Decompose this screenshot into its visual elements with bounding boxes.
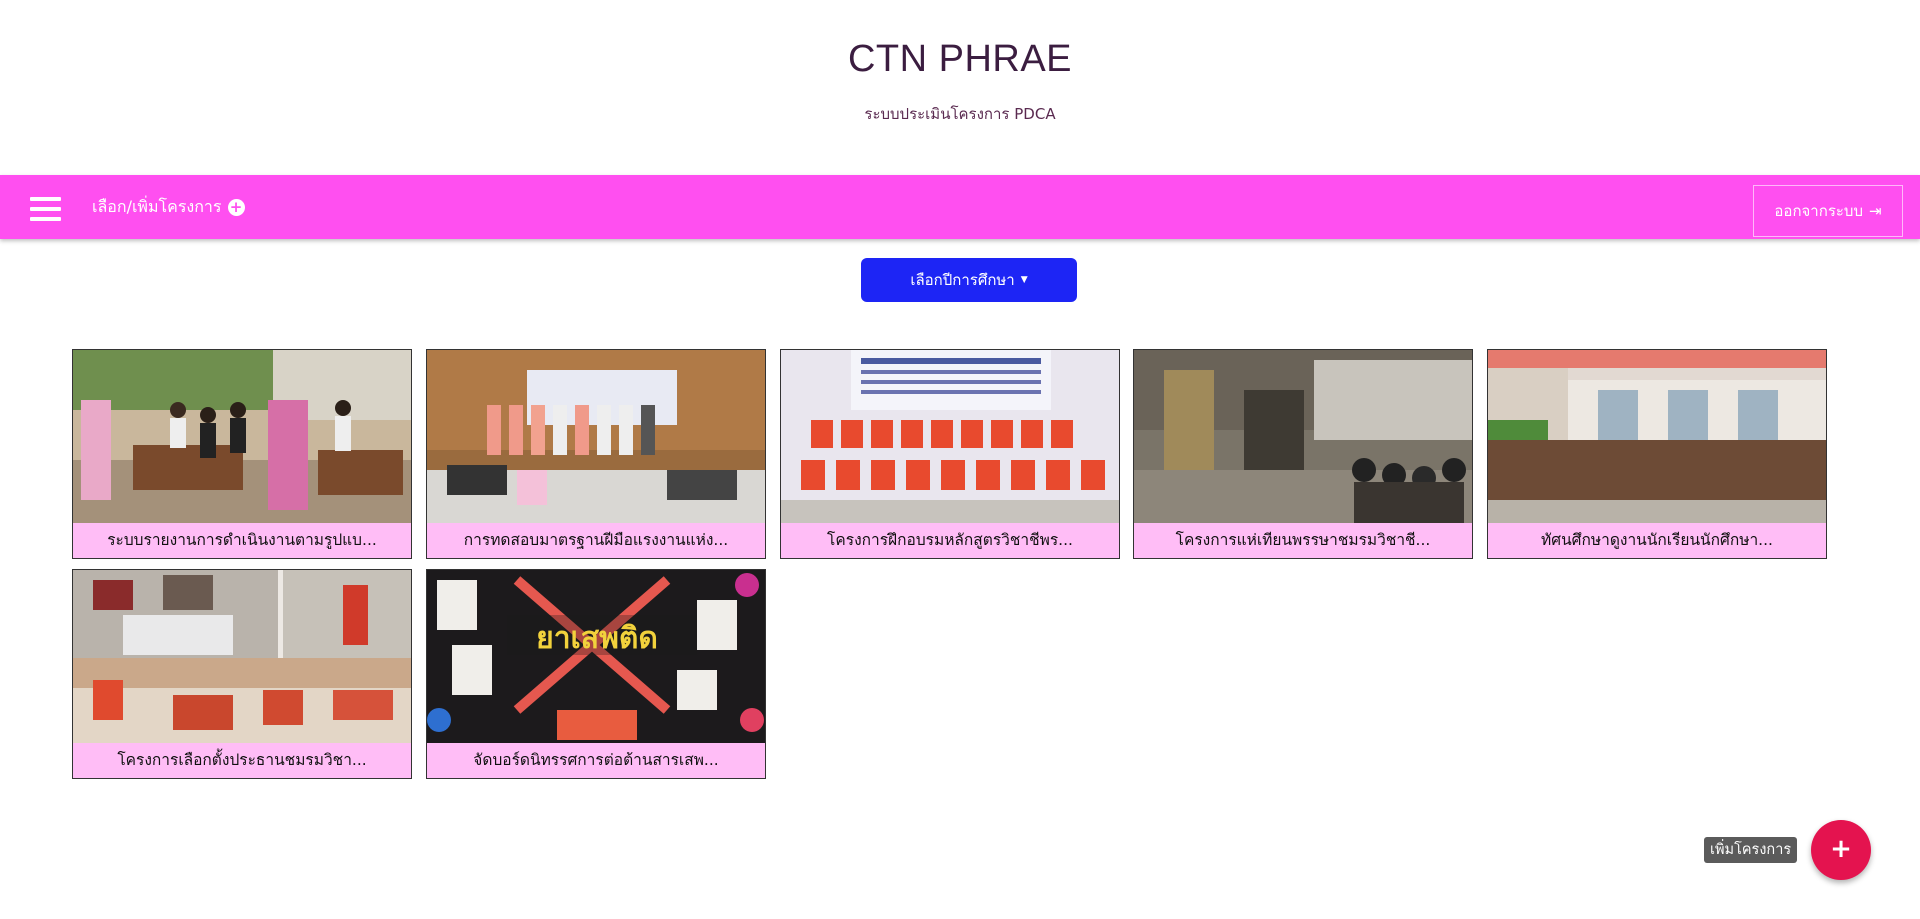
add-project-tooltip: เพิ่มโครงการ [1704, 837, 1798, 863]
project-card[interactable]: โครงการฝึกอบรมหลักสูตรวิชาชีพร... [780, 349, 1120, 559]
project-photo [73, 570, 411, 743]
svg-text:ยาเสพติด: ยาเสพติด [536, 621, 658, 656]
project-card[interactable]: ทัศนศึกษาดูงานนักเรียนนักศึกษา... [1487, 349, 1827, 559]
project-photo [781, 350, 1119, 523]
caret-down-icon: ▼ [1020, 275, 1028, 285]
select-add-project-label: เลือก/เพิ่มโครงการ [92, 196, 222, 216]
project-photo [73, 350, 411, 523]
site-title: CTN PHRAE [847, 38, 1073, 80]
project-photo [1134, 350, 1472, 523]
project-caption: การทดสอบมาตรฐานฝีมือแรงงานแห่ง... [427, 523, 765, 558]
project-caption: ทัศนศึกษาดูงานนักเรียนนักศึกษา... [1488, 523, 1826, 558]
site-subtitle: ระบบประเมินโครงการ PDCA [864, 105, 1056, 123]
project-card[interactable]: โครงการแห่เทียนพรรษาชมรมวิชาชี... [1133, 349, 1473, 559]
project-caption: โครงการฝึกอบรมหลักสูตรวิชาชีพร... [781, 523, 1119, 558]
plus-circle-icon: + [227, 198, 245, 216]
project-caption: โครงการแห่เทียนพรรษาชมรมวิชาชี... [1134, 523, 1472, 558]
logout-label: ออกจากระบบ [1774, 202, 1863, 220]
project-card[interactable]: โครงการเลือกตั้งประธานชมรมวิชา... [72, 569, 412, 779]
select-add-project-link[interactable]: เลือก/เพิ่มโครงการ + [92, 195, 245, 219]
academic-year-label: เลือกปีการศึกษา [910, 271, 1015, 289]
project-caption: โครงการเลือกตั้งประธานชมรมวิชา... [73, 743, 411, 778]
plus-icon: + [1830, 834, 1852, 864]
logout-button[interactable]: ออกจากระบบ ⇥ [1753, 185, 1903, 237]
project-photo: ยาเสพติด [427, 570, 765, 743]
hamburger-menu-icon[interactable] [30, 197, 62, 221]
site-header: CTN PHRAE ระบบประเมินโครงการ PDCA [0, 0, 1920, 175]
project-caption: จัดบอร์ดนิทรรศการต่อต้านสารเสพ... [427, 743, 765, 778]
project-card[interactable]: ยาเสพติด จัดบอร์ดนิทรรศการต่อต้านสารเสพ.… [426, 569, 766, 779]
add-project-button[interactable]: + [1811, 820, 1871, 880]
project-caption: ระบบรายงานการดำเนินงานตามรูปแบ... [73, 523, 411, 558]
academic-year-dropdown[interactable]: เลือกปีการศึกษา ▼ [861, 258, 1077, 302]
project-photo [1488, 350, 1826, 523]
project-card[interactable]: ระบบรายงานการดำเนินงานตามรูปแบ... [72, 349, 412, 559]
sign-out-icon: ⇥ [1868, 202, 1882, 220]
navbar: เลือก/เพิ่มโครงการ + ออกจากระบบ ⇥ [0, 175, 1920, 239]
project-card[interactable]: การทดสอบมาตรฐานฝีมือแรงงานแห่ง... [426, 349, 766, 559]
project-photo [427, 350, 765, 523]
